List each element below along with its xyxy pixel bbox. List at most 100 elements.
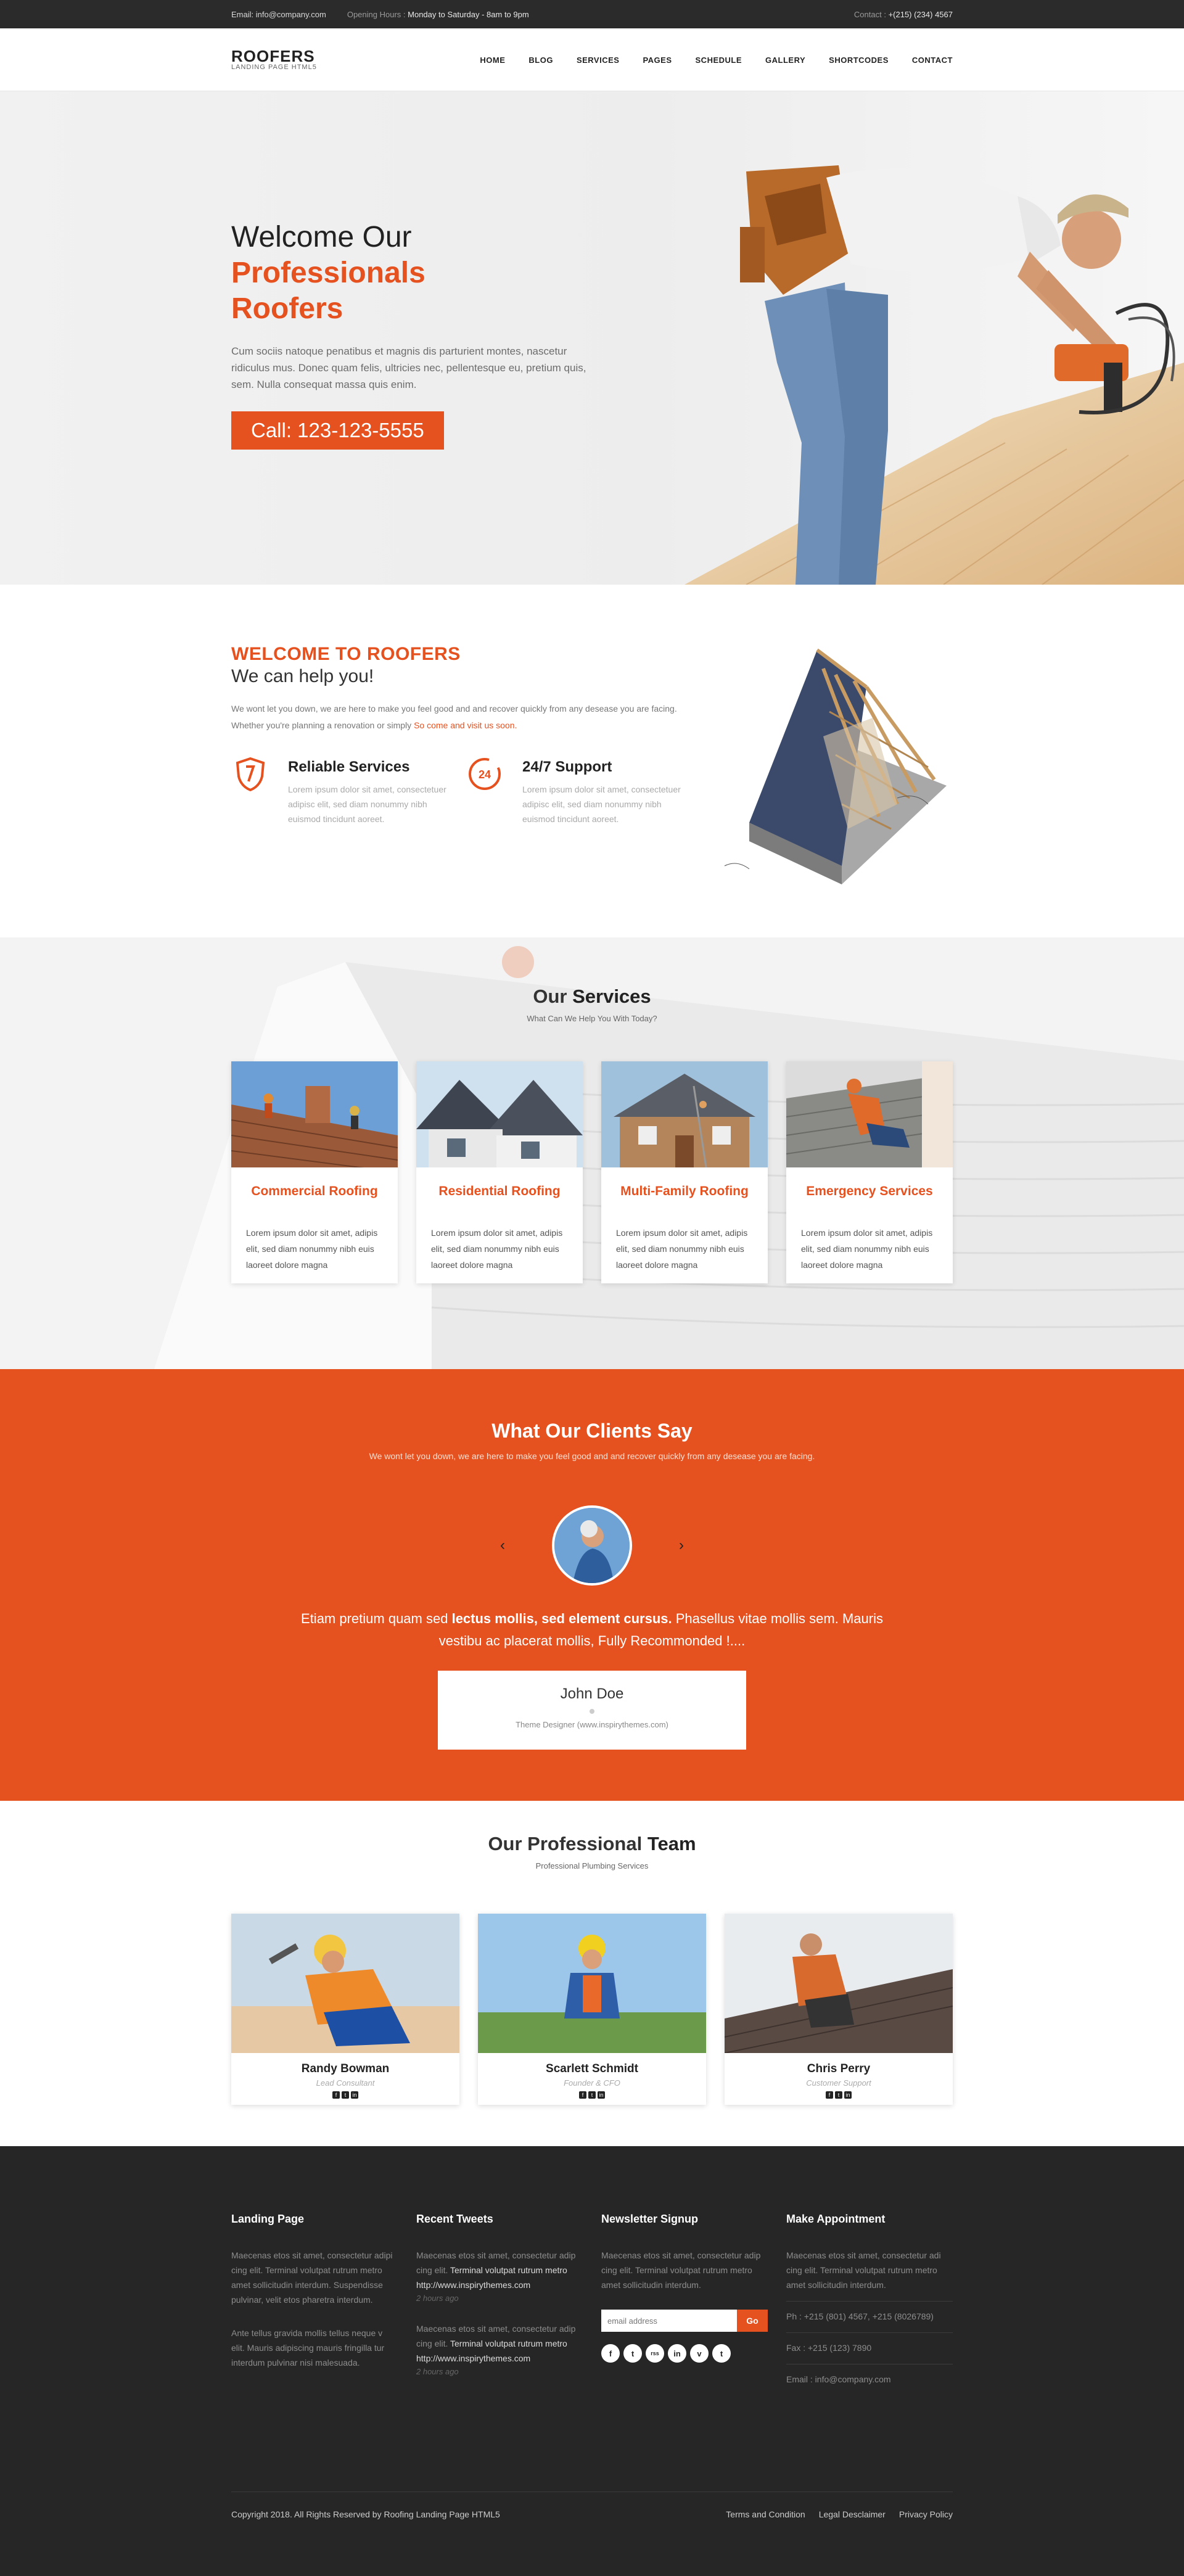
services-list: Commercial Roofing Lorem ipsum dolor sit… [231, 1061, 953, 1283]
service-card-commercial[interactable]: Commercial Roofing Lorem ipsum dolor sit… [231, 1061, 398, 1283]
footer-heading: Newsletter Signup [601, 2213, 699, 2225]
welcome-description: We wont let you down, we are here to mak… [231, 701, 700, 734]
team-card[interactable]: Randy Bowman Lead Consultant f t in [231, 1914, 459, 2105]
footer-heading: Landing Page [231, 2213, 305, 2225]
footer-email[interactable]: Email : info@company.com [786, 2364, 953, 2387]
footer-col-landing: Landing Page Maecenas etos sit amet, con… [231, 2213, 398, 2387]
hours-label: Opening Hours : [347, 9, 406, 19]
shield-icon [231, 755, 269, 793]
logo-tagline: LANDING PAGE HTML5 [231, 64, 317, 71]
footer-columns: Landing Page Maecenas etos sit amet, con… [231, 2146, 953, 2387]
nav-pages[interactable]: PAGES [643, 56, 672, 65]
twitter-icon[interactable]: t [623, 2344, 642, 2363]
logo[interactable]: ROOFERS LANDING PAGE HTML5 [231, 48, 317, 71]
nav-home[interactable]: HOME [480, 56, 505, 65]
tweet: Maecenas etos sit amet, consectetur adip… [416, 2248, 583, 2292]
member-role: Founder & CFO [564, 2078, 620, 2088]
facebook-icon[interactable]: f [579, 2091, 586, 2099]
newsletter-submit-button[interactable]: Go [737, 2310, 768, 2332]
team-card[interactable]: Chris Perry Customer Support f t in [724, 1914, 953, 2105]
copyright-text: Copyright 2018. All Rights Reserved by R… [231, 2509, 500, 2519]
topbar-email[interactable]: Email: info@company.com [231, 10, 326, 19]
rss-icon[interactable]: rss [646, 2344, 664, 2363]
call-button[interactable]: Call: 123-123-5555 [231, 411, 444, 450]
footer-fax: Fax : +215 (123) 7890 [786, 2332, 953, 2355]
member-social: f t in [725, 2091, 953, 2099]
footer-col-newsletter: Newsletter Signup Maecenas etos sit amet… [601, 2213, 768, 2387]
facebook-icon[interactable]: f [601, 2344, 620, 2363]
footer-phone[interactable]: Ph : +215 (801) 4567, +215 (8026789) [786, 2301, 953, 2324]
hero-title-highlight: Professionals [231, 257, 426, 289]
topbar-hours: Opening Hours : Monday to Saturday - 8am… [347, 10, 529, 19]
team-title: Our Professional Team [231, 1801, 953, 1855]
testimonials-subtitle: We wont let you down, we are here to mak… [369, 1451, 815, 1461]
legal-link[interactable]: Legal Desclaimer [819, 2509, 886, 2519]
service-card-emergency[interactable]: Emergency Services Lorem ipsum dolor sit… [786, 1061, 953, 1283]
twitter-icon[interactable]: t [835, 2091, 842, 2099]
hero-text: Welcome Our Professionals Roofers Cum so… [231, 220, 614, 450]
linkedin-icon[interactable]: in [351, 2091, 358, 2099]
team-card[interactable]: Scarlett Schmidt Founder & CFO f t in [478, 1914, 706, 2105]
linkedin-icon[interactable]: in [844, 2091, 852, 2099]
welcome-title: WELCOME TO ROOFERS [231, 644, 461, 664]
main-nav: HOME BLOG SERVICES PAGES SCHEDULE GALLER… [456, 56, 953, 65]
hero-description: Cum sociis natoque penatibus et magnis d… [231, 345, 586, 390]
linkedin-icon[interactable]: in [668, 2344, 686, 2363]
feature-reliable: Reliable Services Lorem ipsum dolor sit … [231, 755, 466, 826]
footer-col-tweets: Recent Tweets Maecenas etos sit amet, co… [416, 2213, 583, 2387]
contact-phone[interactable]: +(215) (234) 4567 [889, 10, 953, 19]
twitter-icon[interactable]: t [342, 2091, 349, 2099]
prev-arrow-icon[interactable]: ‹ [490, 1537, 515, 1554]
title-light: Our [533, 986, 567, 1007]
vimeo-icon[interactable]: v [690, 2344, 709, 2363]
nav-blog[interactable]: BLOG [528, 56, 553, 65]
tumblr-icon[interactable]: t [712, 2344, 731, 2363]
footer-heading: Make Appointment [786, 2213, 886, 2225]
footer-text: Maecenas etos sit amet, consectetur adip… [601, 2250, 761, 2290]
visit-link[interactable]: So come and visit us soon. [414, 720, 517, 730]
facebook-icon[interactable]: f [826, 2091, 833, 2099]
site-header: ROOFERS LANDING PAGE HTML5 HOME BLOG SER… [0, 28, 1184, 91]
newsletter-email-input[interactable] [601, 2310, 737, 2332]
roof-structure-illustration [724, 648, 947, 884]
team-list: Randy Bowman Lead Consultant f t in Scarle… [231, 1914, 953, 2105]
quote-bold: lectus mollis, sed element cursus. [451, 1611, 672, 1626]
member-social: f t in [231, 2091, 459, 2099]
service-text: Lorem ipsum dolor sit amet, adipis elit,… [246, 1228, 378, 1270]
nav-gallery[interactable]: GALLERY [765, 56, 805, 65]
testimonial-author-card: John Doe Theme Designer (www.inspirythem… [438, 1671, 746, 1750]
client-avatar [552, 1505, 632, 1586]
privacy-link[interactable]: Privacy Policy [899, 2509, 953, 2519]
welcome-content: WELCOME TO ROOFERS We can help you! We w… [231, 644, 700, 826]
member-name: Chris Perry [807, 2062, 871, 2075]
social-links: f t rss in v t [601, 2344, 768, 2363]
title-light: What Our [491, 1420, 581, 1442]
nav-shortcodes[interactable]: SHORTCODES [829, 56, 889, 65]
nav-contact[interactable]: CONTACT [912, 56, 953, 65]
site-footer: Landing Page Maecenas etos sit amet, con… [0, 2146, 1184, 2576]
service-card-residential[interactable]: Residential Roofing Lorem ipsum dolor si… [416, 1061, 583, 1283]
hero-title-start: Welcome Our [231, 221, 412, 253]
top-bar: Email: info@company.com Opening Hours : … [0, 0, 1184, 28]
twitter-icon[interactable]: t [588, 2091, 596, 2099]
footer-heading: Recent Tweets [416, 2213, 493, 2225]
team-member-photo [724, 1914, 953, 2054]
service-card-multi-family[interactable]: Multi-Family Roofing Lorem ipsum dolor s… [601, 1061, 768, 1283]
member-social: f t in [478, 2091, 706, 2099]
hero-title-highlight-2: Roofers [231, 292, 343, 325]
client-name: John Doe [560, 1685, 624, 1702]
linkedin-icon[interactable]: in [598, 2091, 605, 2099]
testimonials-section: What Our Clients Say We wont let you dow… [0, 1369, 1184, 1801]
footer-text: Maecenas etos sit amet, consectetur adi … [786, 2250, 941, 2290]
services-subtitle: What Can We Help You With Today? [527, 1014, 657, 1023]
testimonial-quote: Etiam pretium quam sed lectus mollis, se… [284, 1608, 900, 1652]
next-arrow-icon[interactable]: › [669, 1537, 694, 1554]
topbar-contact: Contact : +(215) (234) 4567 [854, 10, 953, 19]
feature-support: 24 24/7 Support Lorem ipsum dolor sit am… [466, 755, 700, 826]
terms-link[interactable]: Terms and Condition [726, 2509, 805, 2519]
nav-schedule[interactable]: SCHEDULE [696, 56, 742, 65]
title-bold: Clients Say [586, 1420, 693, 1442]
service-name: Commercial Roofing [251, 1184, 378, 1198]
nav-services[interactable]: SERVICES [577, 56, 620, 65]
facebook-icon[interactable]: f [332, 2091, 340, 2099]
